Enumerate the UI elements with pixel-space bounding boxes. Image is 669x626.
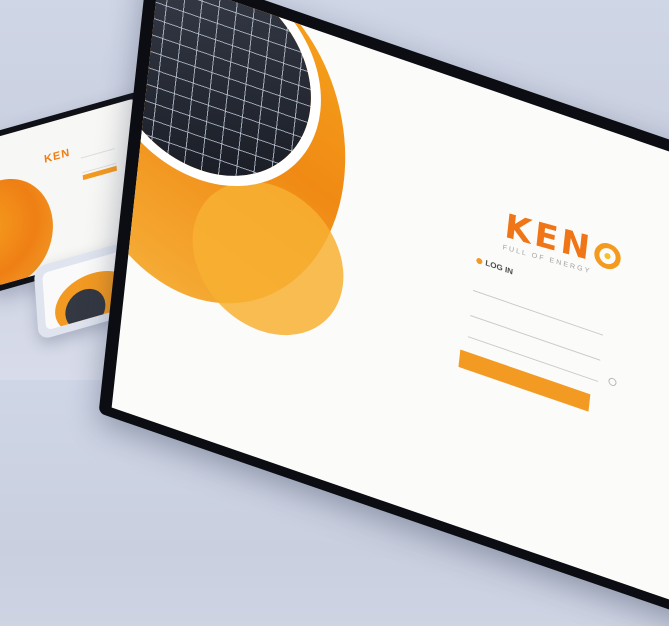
monitor-screen: KEN FULL OF ENERGY LOG IN [111, 0, 669, 614]
scene: KEN KEN FULL OF ENERGY LOG IN [0, 0, 669, 626]
tablet-logo: KEN [43, 146, 71, 166]
username-field[interactable] [472, 289, 604, 336]
brand-block: KEN FULL OF ENERGY [502, 207, 623, 283]
help-icon[interactable] [608, 376, 617, 388]
login-title-text: LOG IN [484, 258, 514, 277]
login-title: LOG IN [476, 255, 514, 277]
login-button[interactable] [458, 349, 591, 412]
sun-circle-icon [593, 239, 623, 272]
monitor: KEN FULL OF ENERGY LOG IN [98, 0, 669, 626]
password-field[interactable] [470, 314, 601, 361]
login-dot-icon [476, 257, 483, 265]
